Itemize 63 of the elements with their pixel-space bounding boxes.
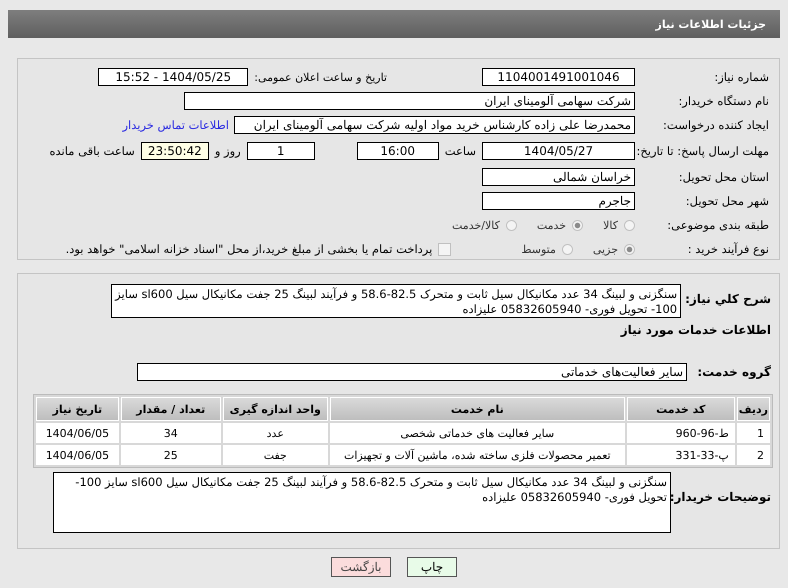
time-label: ساعت <box>444 144 476 158</box>
service-group-field: سایر فعالیت‌های خدماتی <box>137 363 687 381</box>
field-label: شماره نیاز: <box>713 70 770 84</box>
table-cell: جفت <box>222 445 328 465</box>
buyer-notes-text-area[interactable]: سنگزنی و لبینگ 34 عدد مکانیکال سیل ثابت و متحرک 82.5-58.6 و فرآیند لبینگ 25 جفت مکانیکال سیل sl600 سایز 100- تحویل فوری- 05832605940 علیزاده <box>53 472 671 533</box>
table-cell: پ-33-331 <box>626 445 735 465</box>
action-button[interactable]: چاپ <box>407 557 457 577</box>
table-cell: سایر فعالیت های خدماتی شخصی <box>330 423 625 443</box>
table-cell: تعمیر محصولات فلزی ساخته شده، ماشین آلات و تجهیزات <box>330 445 625 465</box>
field-label: استان محل تحویل: <box>678 170 770 184</box>
field-label: نوع فرآیند خرید : <box>686 242 770 256</box>
announce-date-field: 1404/05/25 - 15:52 <box>98 68 248 86</box>
field-label: توضیحات خریدار: <box>671 489 772 504</box>
column-header: تاریخ نیاز <box>36 397 119 421</box>
table-cell: ط-96-960 <box>626 423 735 443</box>
remaining-time-field: 23:50:42 <box>140 142 209 160</box>
field-label: شرح کلي نياز: <box>685 291 772 306</box>
deadline-time-field: 16:00 <box>356 142 439 160</box>
radio-button[interactable] <box>572 220 584 230</box>
radio-button[interactable] <box>624 244 635 254</box>
checkbox[interactable] <box>438 242 452 256</box>
column-header: تعداد / مقدار <box>120 397 221 421</box>
field-label: شهر محل تحویل: <box>684 194 770 208</box>
radio-option[interactable]: کالا/خدمت <box>452 218 517 232</box>
radio-option[interactable]: جزیی <box>592 242 635 256</box>
table-cell: 25 <box>120 445 221 465</box>
table-cell: 34 <box>120 423 221 443</box>
table-cell: 2 <box>736 445 770 465</box>
province-field: خراسان شمالی <box>482 168 635 186</box>
table-cell: 1404/06/05 <box>36 445 119 465</box>
page-title: جزئیات اطلاعات نیاز <box>656 18 766 30</box>
field-label: تاریخ و ساعت اعلان عمومی: <box>254 70 387 84</box>
table-cell: 1 <box>736 423 770 443</box>
radio-option[interactable]: متوسط <box>521 242 573 256</box>
days-field: 1 <box>246 142 315 160</box>
checkbox-label: پرداخت تمام یا بخشی از مبلغ خرید،از محل "اسناد خزانه اسلامی" خواهد بود. <box>66 242 432 256</box>
radio-button[interactable] <box>562 244 573 254</box>
radio-button[interactable] <box>506 220 517 230</box>
radio-option[interactable]: کالا <box>603 218 635 232</box>
radio-option[interactable]: خدمت <box>536 218 584 232</box>
remaining-label: ساعت باقی مانده <box>50 144 135 158</box>
radio-button[interactable] <box>624 220 635 230</box>
column-header: واحد اندازه گیری <box>222 397 328 421</box>
buyer-field: شرکت سهامی آلومینای ایران <box>184 92 635 110</box>
city-field: جاجرم <box>482 192 635 210</box>
field-label: طبقه بندی موضوعی: <box>666 218 770 232</box>
column-header: ردیف <box>736 397 770 421</box>
requester-field: محمدرضا علی زاده کارشناس خرید مواد اولیه شرکت سهامی آلومینای ایران <box>234 116 635 134</box>
field-label: مهلت ارسال پاسخ: تا تاریخ: <box>635 144 770 158</box>
field-label: گروه خدمت: <box>696 365 772 379</box>
section-heading: اطلاعات خدمات مورد نیاز <box>620 323 772 337</box>
column-header: کد خدمت <box>626 397 735 421</box>
deadline-date-field: 1404/05/27 <box>482 142 635 160</box>
field-label: ایجاد کننده درخواست: <box>662 118 770 132</box>
need-number-field: 1104001491001046 <box>482 68 635 86</box>
action-button[interactable]: بازگشت <box>331 557 391 577</box>
table-cell: 1404/06/05 <box>36 423 119 443</box>
table-cell: عدد <box>222 423 328 443</box>
summary-text-area[interactable]: سنگزنی و لبینگ 34 عدد مکانیکال سیل ثابت و متحرک 82.5-58.6 و فرآیند لبینگ 25 جفت مکانیکال سیل sl600 سایز 100- تحویل فوری- 05832605940 علیزاده <box>111 284 682 318</box>
days-label: روز و <box>214 144 241 158</box>
buyer-contact-link[interactable]: اطلاعات تماس خریدار <box>122 118 229 132</box>
field-label: نام دستگاه خریدار: <box>677 94 770 108</box>
column-header: نام خدمت <box>330 397 625 421</box>
